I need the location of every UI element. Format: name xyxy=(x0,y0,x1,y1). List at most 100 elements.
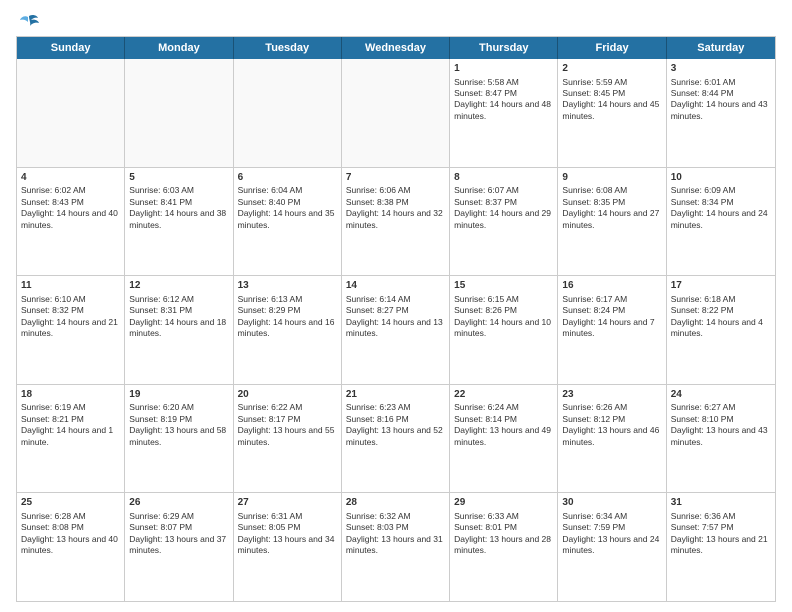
day-info: Sunset: 8:32 PM xyxy=(21,305,120,316)
day-cell-4: 4Sunrise: 6:02 AMSunset: 8:43 PMDaylight… xyxy=(17,168,125,276)
day-cell-21: 21Sunrise: 6:23 AMSunset: 8:16 PMDayligh… xyxy=(342,385,450,493)
day-number: 17 xyxy=(671,279,771,293)
day-cell-7: 7Sunrise: 6:06 AMSunset: 8:38 PMDaylight… xyxy=(342,168,450,276)
calendar-row-4: 18Sunrise: 6:19 AMSunset: 8:21 PMDayligh… xyxy=(17,385,775,494)
day-number: 19 xyxy=(129,388,228,402)
day-cell-3: 3Sunrise: 6:01 AMSunset: 8:44 PMDaylight… xyxy=(667,59,775,167)
day-info: Daylight: 14 hours and 29 minutes. xyxy=(454,208,553,231)
day-cell-19: 19Sunrise: 6:20 AMSunset: 8:19 PMDayligh… xyxy=(125,385,233,493)
day-info: Sunrise: 6:26 AM xyxy=(562,402,661,413)
day-number: 20 xyxy=(238,388,337,402)
day-cell-27: 27Sunrise: 6:31 AMSunset: 8:05 PMDayligh… xyxy=(234,493,342,601)
day-info: Daylight: 13 hours and 31 minutes. xyxy=(346,534,445,557)
day-info: Sunrise: 6:06 AM xyxy=(346,185,445,196)
empty-cell xyxy=(342,59,450,167)
day-info: Sunrise: 5:59 AM xyxy=(562,77,661,88)
day-info: Sunrise: 6:22 AM xyxy=(238,402,337,413)
day-number: 3 xyxy=(671,62,771,76)
calendar-row-3: 11Sunrise: 6:10 AMSunset: 8:32 PMDayligh… xyxy=(17,276,775,385)
day-info: Daylight: 14 hours and 7 minutes. xyxy=(562,317,661,340)
day-info: Sunrise: 6:31 AM xyxy=(238,511,337,522)
day-info: Sunrise: 6:18 AM xyxy=(671,294,771,305)
day-number: 4 xyxy=(21,171,120,185)
day-info: Sunrise: 6:20 AM xyxy=(129,402,228,413)
day-info: Daylight: 13 hours and 58 minutes. xyxy=(129,425,228,448)
day-info: Daylight: 13 hours and 40 minutes. xyxy=(21,534,120,557)
day-info: Daylight: 13 hours and 55 minutes. xyxy=(238,425,337,448)
day-info: Sunset: 8:34 PM xyxy=(671,197,771,208)
day-info: Sunset: 8:08 PM xyxy=(21,522,120,533)
day-info: Daylight: 14 hours and 1 minute. xyxy=(21,425,120,448)
day-cell-29: 29Sunrise: 6:33 AMSunset: 8:01 PMDayligh… xyxy=(450,493,558,601)
day-cell-14: 14Sunrise: 6:14 AMSunset: 8:27 PMDayligh… xyxy=(342,276,450,384)
day-info: Sunset: 8:43 PM xyxy=(21,197,120,208)
calendar-row-2: 4Sunrise: 6:02 AMSunset: 8:43 PMDaylight… xyxy=(17,168,775,277)
day-number: 14 xyxy=(346,279,445,293)
day-cell-31: 31Sunrise: 6:36 AMSunset: 7:57 PMDayligh… xyxy=(667,493,775,601)
day-info: Daylight: 13 hours and 43 minutes. xyxy=(671,425,771,448)
day-info: Sunrise: 6:12 AM xyxy=(129,294,228,305)
day-info: Sunrise: 6:15 AM xyxy=(454,294,553,305)
day-number: 8 xyxy=(454,171,553,185)
day-cell-15: 15Sunrise: 6:15 AMSunset: 8:26 PMDayligh… xyxy=(450,276,558,384)
day-info: Sunset: 8:26 PM xyxy=(454,305,553,316)
day-info: Daylight: 14 hours and 27 minutes. xyxy=(562,208,661,231)
day-info: Sunset: 8:16 PM xyxy=(346,414,445,425)
header-cell-wednesday: Wednesday xyxy=(342,37,450,59)
day-info: Sunrise: 6:13 AM xyxy=(238,294,337,305)
day-info: Daylight: 14 hours and 18 minutes. xyxy=(129,317,228,340)
day-info: Sunrise: 6:24 AM xyxy=(454,402,553,413)
day-info: Sunset: 8:27 PM xyxy=(346,305,445,316)
day-info: Daylight: 13 hours and 24 minutes. xyxy=(562,534,661,557)
day-number: 7 xyxy=(346,171,445,185)
day-number: 5 xyxy=(129,171,228,185)
day-cell-24: 24Sunrise: 6:27 AMSunset: 8:10 PMDayligh… xyxy=(667,385,775,493)
day-info: Daylight: 13 hours and 49 minutes. xyxy=(454,425,553,448)
day-number: 29 xyxy=(454,496,553,510)
day-info: Sunset: 8:37 PM xyxy=(454,197,553,208)
day-info: Sunset: 8:40 PM xyxy=(238,197,337,208)
day-number: 15 xyxy=(454,279,553,293)
day-info: Daylight: 14 hours and 10 minutes. xyxy=(454,317,553,340)
day-cell-25: 25Sunrise: 6:28 AMSunset: 8:08 PMDayligh… xyxy=(17,493,125,601)
day-number: 30 xyxy=(562,496,661,510)
day-number: 27 xyxy=(238,496,337,510)
day-info: Sunrise: 6:01 AM xyxy=(671,77,771,88)
day-info: Daylight: 14 hours and 40 minutes. xyxy=(21,208,120,231)
logo-bird-icon xyxy=(18,12,40,34)
day-info: Daylight: 13 hours and 28 minutes. xyxy=(454,534,553,557)
day-info: Daylight: 13 hours and 52 minutes. xyxy=(346,425,445,448)
day-info: Sunrise: 6:10 AM xyxy=(21,294,120,305)
day-cell-9: 9Sunrise: 6:08 AMSunset: 8:35 PMDaylight… xyxy=(558,168,666,276)
day-number: 18 xyxy=(21,388,120,402)
header-cell-friday: Friday xyxy=(558,37,666,59)
header-cell-tuesday: Tuesday xyxy=(234,37,342,59)
day-info: Daylight: 14 hours and 16 minutes. xyxy=(238,317,337,340)
day-info: Daylight: 14 hours and 32 minutes. xyxy=(346,208,445,231)
day-info: Sunset: 8:47 PM xyxy=(454,88,553,99)
header xyxy=(16,12,776,30)
day-number: 22 xyxy=(454,388,553,402)
day-info: Sunset: 8:41 PM xyxy=(129,197,228,208)
day-info: Daylight: 14 hours and 43 minutes. xyxy=(671,99,771,122)
day-cell-18: 18Sunrise: 6:19 AMSunset: 8:21 PMDayligh… xyxy=(17,385,125,493)
day-number: 12 xyxy=(129,279,228,293)
day-cell-28: 28Sunrise: 6:32 AMSunset: 8:03 PMDayligh… xyxy=(342,493,450,601)
day-info: Sunset: 8:22 PM xyxy=(671,305,771,316)
day-number: 1 xyxy=(454,62,553,76)
day-number: 31 xyxy=(671,496,771,510)
day-info: Sunrise: 6:07 AM xyxy=(454,185,553,196)
day-info: Daylight: 14 hours and 38 minutes. xyxy=(129,208,228,231)
day-info: Sunset: 8:24 PM xyxy=(562,305,661,316)
day-info: Sunrise: 6:09 AM xyxy=(671,185,771,196)
day-cell-17: 17Sunrise: 6:18 AMSunset: 8:22 PMDayligh… xyxy=(667,276,775,384)
day-number: 16 xyxy=(562,279,661,293)
day-info: Sunrise: 6:33 AM xyxy=(454,511,553,522)
day-info: Sunset: 8:19 PM xyxy=(129,414,228,425)
day-info: Daylight: 13 hours and 34 minutes. xyxy=(238,534,337,557)
empty-cell xyxy=(234,59,342,167)
calendar-body: 1Sunrise: 5:58 AMSunset: 8:47 PMDaylight… xyxy=(17,59,775,601)
day-info: Sunset: 8:44 PM xyxy=(671,88,771,99)
day-info: Sunrise: 6:03 AM xyxy=(129,185,228,196)
day-info: Sunset: 8:45 PM xyxy=(562,88,661,99)
